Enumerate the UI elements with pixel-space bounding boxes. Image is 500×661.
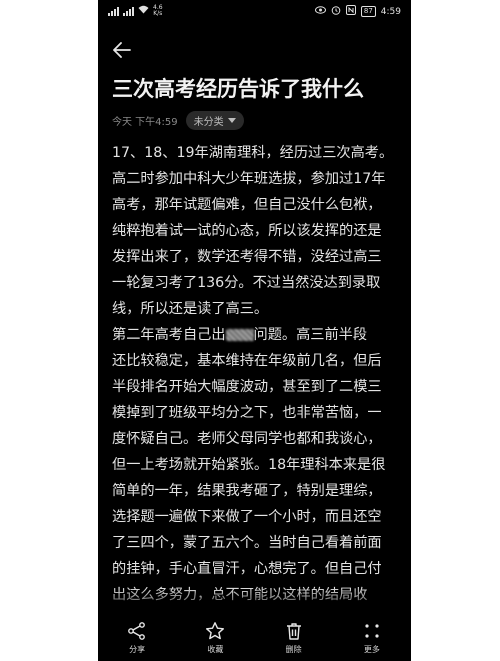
more-dots-icon [365, 624, 379, 638]
body-line: 还比较稳定，基本维持在年级前几名，但后 [112, 353, 382, 369]
body-line: 17、18、19年湖南理科，经历过三次高考。 [112, 145, 394, 161]
delete-button[interactable]: 删除 [264, 621, 324, 655]
category-dropdown[interactable]: 未分类 [185, 111, 244, 130]
bottom-toolbar: 分享 收藏 删除 更多 [98, 615, 411, 661]
blurred-text [225, 329, 254, 341]
status-bar: 4.6 K/s 87 4:59 [98, 0, 411, 24]
body-line: 高二时参加中科大少年班选拔，参加过17年 [112, 171, 386, 187]
body-line: 发挥出来了，数学还考得不错，没经过高三 [112, 249, 382, 265]
back-button[interactable] [110, 38, 134, 62]
status-left: 4.6 K/s [108, 5, 163, 17]
body-line-blurred: 第二年高考自己出 问题。高三前半段 [112, 322, 400, 348]
note-title: 三次高考经历告诉了我什么 [112, 77, 364, 101]
favorite-button[interactable]: 收藏 [185, 621, 245, 655]
signal-icon-2 [123, 6, 134, 16]
body-line-suffix: 问题。高三前半段 [253, 327, 368, 343]
wifi-icon [138, 5, 149, 17]
delete-label: 删除 [285, 645, 302, 654]
body-line: 高考，那年试题偏难，但自己没什么包袱， [112, 197, 382, 213]
note-timestamp: 今天 下午4:59 [112, 117, 178, 128]
network-speed-unit: K/s [153, 10, 163, 17]
body-line: 半段排名开始大幅度波动，甚至到了二模三 [112, 379, 382, 395]
share-icon [128, 622, 146, 640]
more-button[interactable]: 更多 [342, 621, 402, 655]
body-line: 一轮复习考了136分。不过当然没达到录取 [112, 275, 381, 291]
note-body[interactable]: 17、18、19年湖南理科，经历过三次高考。 高二时参加中科大少年班选拔，参加过… [112, 140, 400, 608]
more-label: 更多 [363, 645, 380, 654]
body-line: 的挂钟，手心直冒汗，心想完了。但自己付 [112, 561, 382, 577]
signal-icon [108, 6, 119, 16]
status-time: 4:59 [380, 6, 401, 17]
note-meta: 今天 下午4:59 未分类 [112, 111, 244, 130]
category-label: 未分类 [193, 117, 224, 128]
phone-screen: 4.6 K/s 87 4:59 三次高考经历告诉了我什么 今天 下午4:59 未… [98, 0, 411, 661]
arrow-left-icon [113, 42, 131, 58]
battery-icon: 87 [360, 6, 376, 17]
body-line: 度怀疑自己。老师父母同学也都和我谈心， [112, 431, 382, 447]
nfc-icon [345, 5, 356, 18]
network-speed: 4.6 K/s [153, 5, 163, 17]
caret-down-icon [227, 118, 236, 123]
eye-icon [314, 6, 326, 17]
favorite-label: 收藏 [207, 645, 224, 654]
body-line-prefix: 第二年高考自己出 [112, 327, 226, 343]
body-line: 选择题一遍做下来做了一个小时，而且还空 [112, 509, 382, 525]
status-right: 87 4:59 [314, 5, 401, 18]
body-line: 了三四个，蒙了五六个。当时自己看着前面 [112, 535, 382, 551]
share-label: 分享 [129, 645, 146, 654]
alarm-icon [331, 5, 341, 18]
star-icon [206, 622, 225, 640]
bottom-fade [98, 587, 411, 615]
battery-level: 87 [363, 7, 373, 15]
trash-icon [286, 623, 301, 640]
body-line: 模掉到了班级平均分之下，也非常苦恼，一 [112, 405, 382, 421]
body-line: 简单的一年，结果我考砸了，特别是理综， [112, 483, 382, 499]
body-line: 线，所以还是读了高三。 [112, 301, 269, 317]
share-button[interactable]: 分享 [107, 621, 167, 655]
body-line: 纯粹抱着试一试的心态，所以该发挥的还是 [112, 223, 382, 239]
body-line: 但一上考场就开始紧张。18年理科本来是很 [112, 457, 386, 473]
